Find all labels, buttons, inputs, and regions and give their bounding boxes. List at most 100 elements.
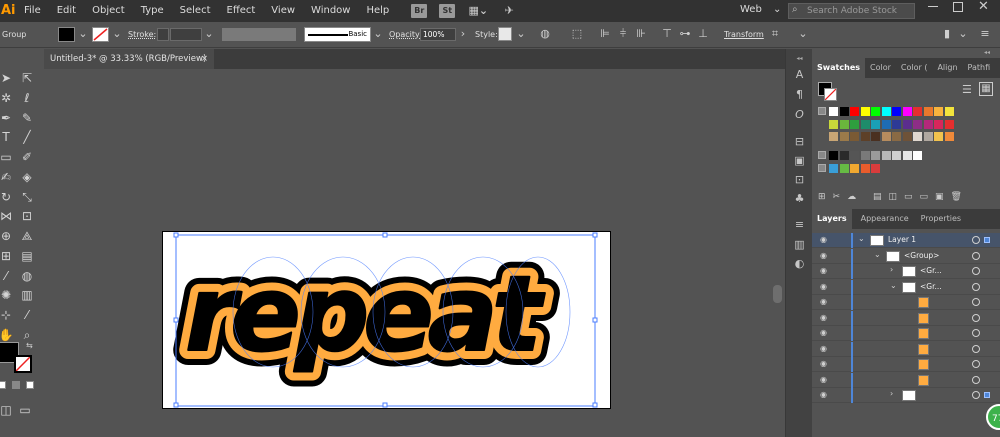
stroke-color-box[interactable]	[14, 355, 32, 373]
line-tool-icon[interactable]: ╱	[18, 128, 36, 146]
workspace-switcher[interactable]: Web ⌄	[740, 4, 781, 15]
list-view-icon[interactable]: ☰	[962, 83, 972, 96]
target-circle-icon[interactable]	[972, 329, 980, 337]
document-tab[interactable]: Untitled-3* @ 33.33% (RGB/Preview) ×	[44, 49, 214, 69]
swatch[interactable]	[871, 107, 880, 116]
chevron-right-icon[interactable]: ›	[890, 265, 893, 274]
swatch[interactable]	[923, 132, 933, 141]
swatch[interactable]	[944, 107, 954, 116]
mesh-tool-icon[interactable]: ⊞	[0, 247, 15, 265]
swatch[interactable]	[902, 132, 912, 141]
target-circle-icon[interactable]	[972, 236, 980, 244]
align-center-icon[interactable]: ⫩	[616, 27, 630, 41]
target-circle-icon[interactable]	[972, 313, 980, 322]
swatch[interactable]	[860, 120, 870, 129]
swatch[interactable]	[871, 132, 880, 141]
swatch[interactable]	[934, 120, 943, 129]
visibility-eye-icon[interactable]: ◉	[820, 298, 831, 306]
target-circle-icon[interactable]	[972, 251, 980, 260]
swatch[interactable]	[871, 120, 880, 129]
paintbrush-icon[interactable]: ✐	[18, 148, 36, 166]
visibility-eye-icon[interactable]: ◉	[820, 329, 831, 337]
tab-swatches[interactable]: Swatches	[812, 58, 865, 78]
swatch[interactable]	[881, 132, 891, 141]
chevron-down-icon[interactable]: ⌄	[874, 250, 881, 259]
align-to-icon[interactable]: ⬚	[570, 27, 584, 41]
symbols-panel-icon[interactable]: ▣	[792, 153, 807, 168]
stroke-weight-field[interactable]	[170, 28, 202, 41]
tab-align[interactable]: Align	[932, 58, 962, 78]
align-bottom-icon[interactable]: ⊥	[696, 27, 710, 41]
swatch[interactable]	[839, 151, 849, 160]
target-circle-icon[interactable]	[972, 344, 980, 353]
transparency-panel-icon[interactable]: ◐	[792, 256, 807, 271]
target-circle-icon[interactable]	[972, 360, 980, 368]
sublayer-row[interactable]: ◉ ⌄ <Group>	[812, 248, 1000, 264]
sublayer-row[interactable]: ◉	[812, 372, 1000, 388]
gpu-performance-icon[interactable]: ✈	[501, 4, 517, 18]
swatch[interactable]	[839, 107, 849, 116]
sublayer-row[interactable]: ◉	[812, 357, 1000, 372]
swatch[interactable]	[839, 164, 849, 173]
chevron-down-icon[interactable]: ⌄	[956, 27, 970, 41]
visibility-eye-icon[interactable]: ◉	[820, 236, 831, 244]
visibility-eye-icon[interactable]: ◉	[820, 251, 831, 260]
swatch[interactable]	[860, 164, 870, 173]
bridge-icon[interactable]: Br	[411, 4, 428, 18]
target-circle-icon[interactable]	[972, 298, 980, 306]
swatch[interactable]	[839, 120, 849, 129]
swatch[interactable]	[913, 132, 922, 141]
swatch[interactable]	[829, 120, 838, 129]
sublayer-row[interactable]: ◉	[812, 310, 1000, 326]
opentype-panel-icon[interactable]: O	[792, 107, 807, 122]
sublayer-row[interactable]: ◉ › <Gr...	[812, 264, 1000, 279]
asset-export-icon[interactable]: ⊡	[792, 172, 807, 187]
swatch[interactable]	[892, 120, 901, 129]
chevron-right-icon[interactable]: ›	[456, 27, 470, 41]
menu-select[interactable]: Select	[172, 0, 219, 22]
visibility-eye-icon[interactable]: ◉	[820, 267, 831, 275]
character-panel-icon[interactable]: A	[792, 67, 807, 82]
gradient-panel-icon[interactable]: ▥	[792, 237, 807, 252]
search-input[interactable]: Search Adobe Stock	[788, 3, 915, 19]
menu-help[interactable]: Help	[358, 0, 397, 22]
swatch[interactable]	[850, 151, 859, 160]
grid-view-icon[interactable]: ▦	[979, 82, 993, 96]
width-tool-icon[interactable]: ⋈	[0, 207, 15, 225]
swatch[interactable]	[923, 120, 933, 129]
fill-swatch[interactable]	[58, 27, 75, 42]
sublayer-row[interactable]: ◉	[812, 326, 1000, 341]
swatch[interactable]	[860, 151, 870, 160]
swatch[interactable]	[913, 120, 922, 129]
tab-properties[interactable]: Properties	[916, 209, 966, 229]
layer-name[interactable]: Layer 1	[888, 235, 916, 244]
menu-window[interactable]: Window	[303, 0, 358, 22]
color-mode-icon[interactable]	[0, 381, 6, 389]
chevron-down-icon[interactable]: ⌄	[202, 27, 216, 41]
swatch[interactable]	[944, 132, 954, 141]
swatch[interactable]	[850, 132, 859, 141]
swatch[interactable]	[892, 151, 901, 160]
menu-file[interactable]: File	[16, 0, 49, 22]
graphic-style-swatch[interactable]	[498, 27, 512, 41]
layer-name[interactable]: <Gr...	[920, 266, 942, 275]
tab-appearance[interactable]: Appearance	[856, 209, 914, 229]
swatch[interactable]	[944, 120, 954, 129]
direct-selection-tool-icon[interactable]: ⇱	[18, 69, 36, 87]
align-middle-icon[interactable]: ⊶	[678, 27, 692, 41]
chevron-down-icon[interactable]: ⌄	[890, 281, 897, 290]
eraser-icon[interactable]: ◈	[18, 168, 36, 186]
variable-width-profile[interactable]	[222, 28, 296, 41]
rectangle-tool-icon[interactable]: ▭	[0, 148, 15, 166]
scroll-thumb[interactable]	[773, 285, 782, 303]
close-icon[interactable]: ✕	[978, 0, 989, 14]
menu-effect[interactable]: Effect	[219, 0, 264, 22]
none-mode-icon[interactable]	[26, 381, 34, 389]
pen-tool-icon[interactable]: ✒	[0, 109, 15, 127]
opacity-field[interactable]: 100%	[420, 28, 456, 41]
selection-tool-icon[interactable]: ➤	[0, 69, 15, 87]
brush-definition[interactable]: Basic	[304, 27, 371, 42]
chevron-down-icon[interactable]: ⌄	[514, 27, 528, 41]
panel-menu-icon[interactable]: ≡	[978, 27, 992, 41]
symbol-sprayer-icon[interactable]: ✺	[0, 286, 15, 304]
